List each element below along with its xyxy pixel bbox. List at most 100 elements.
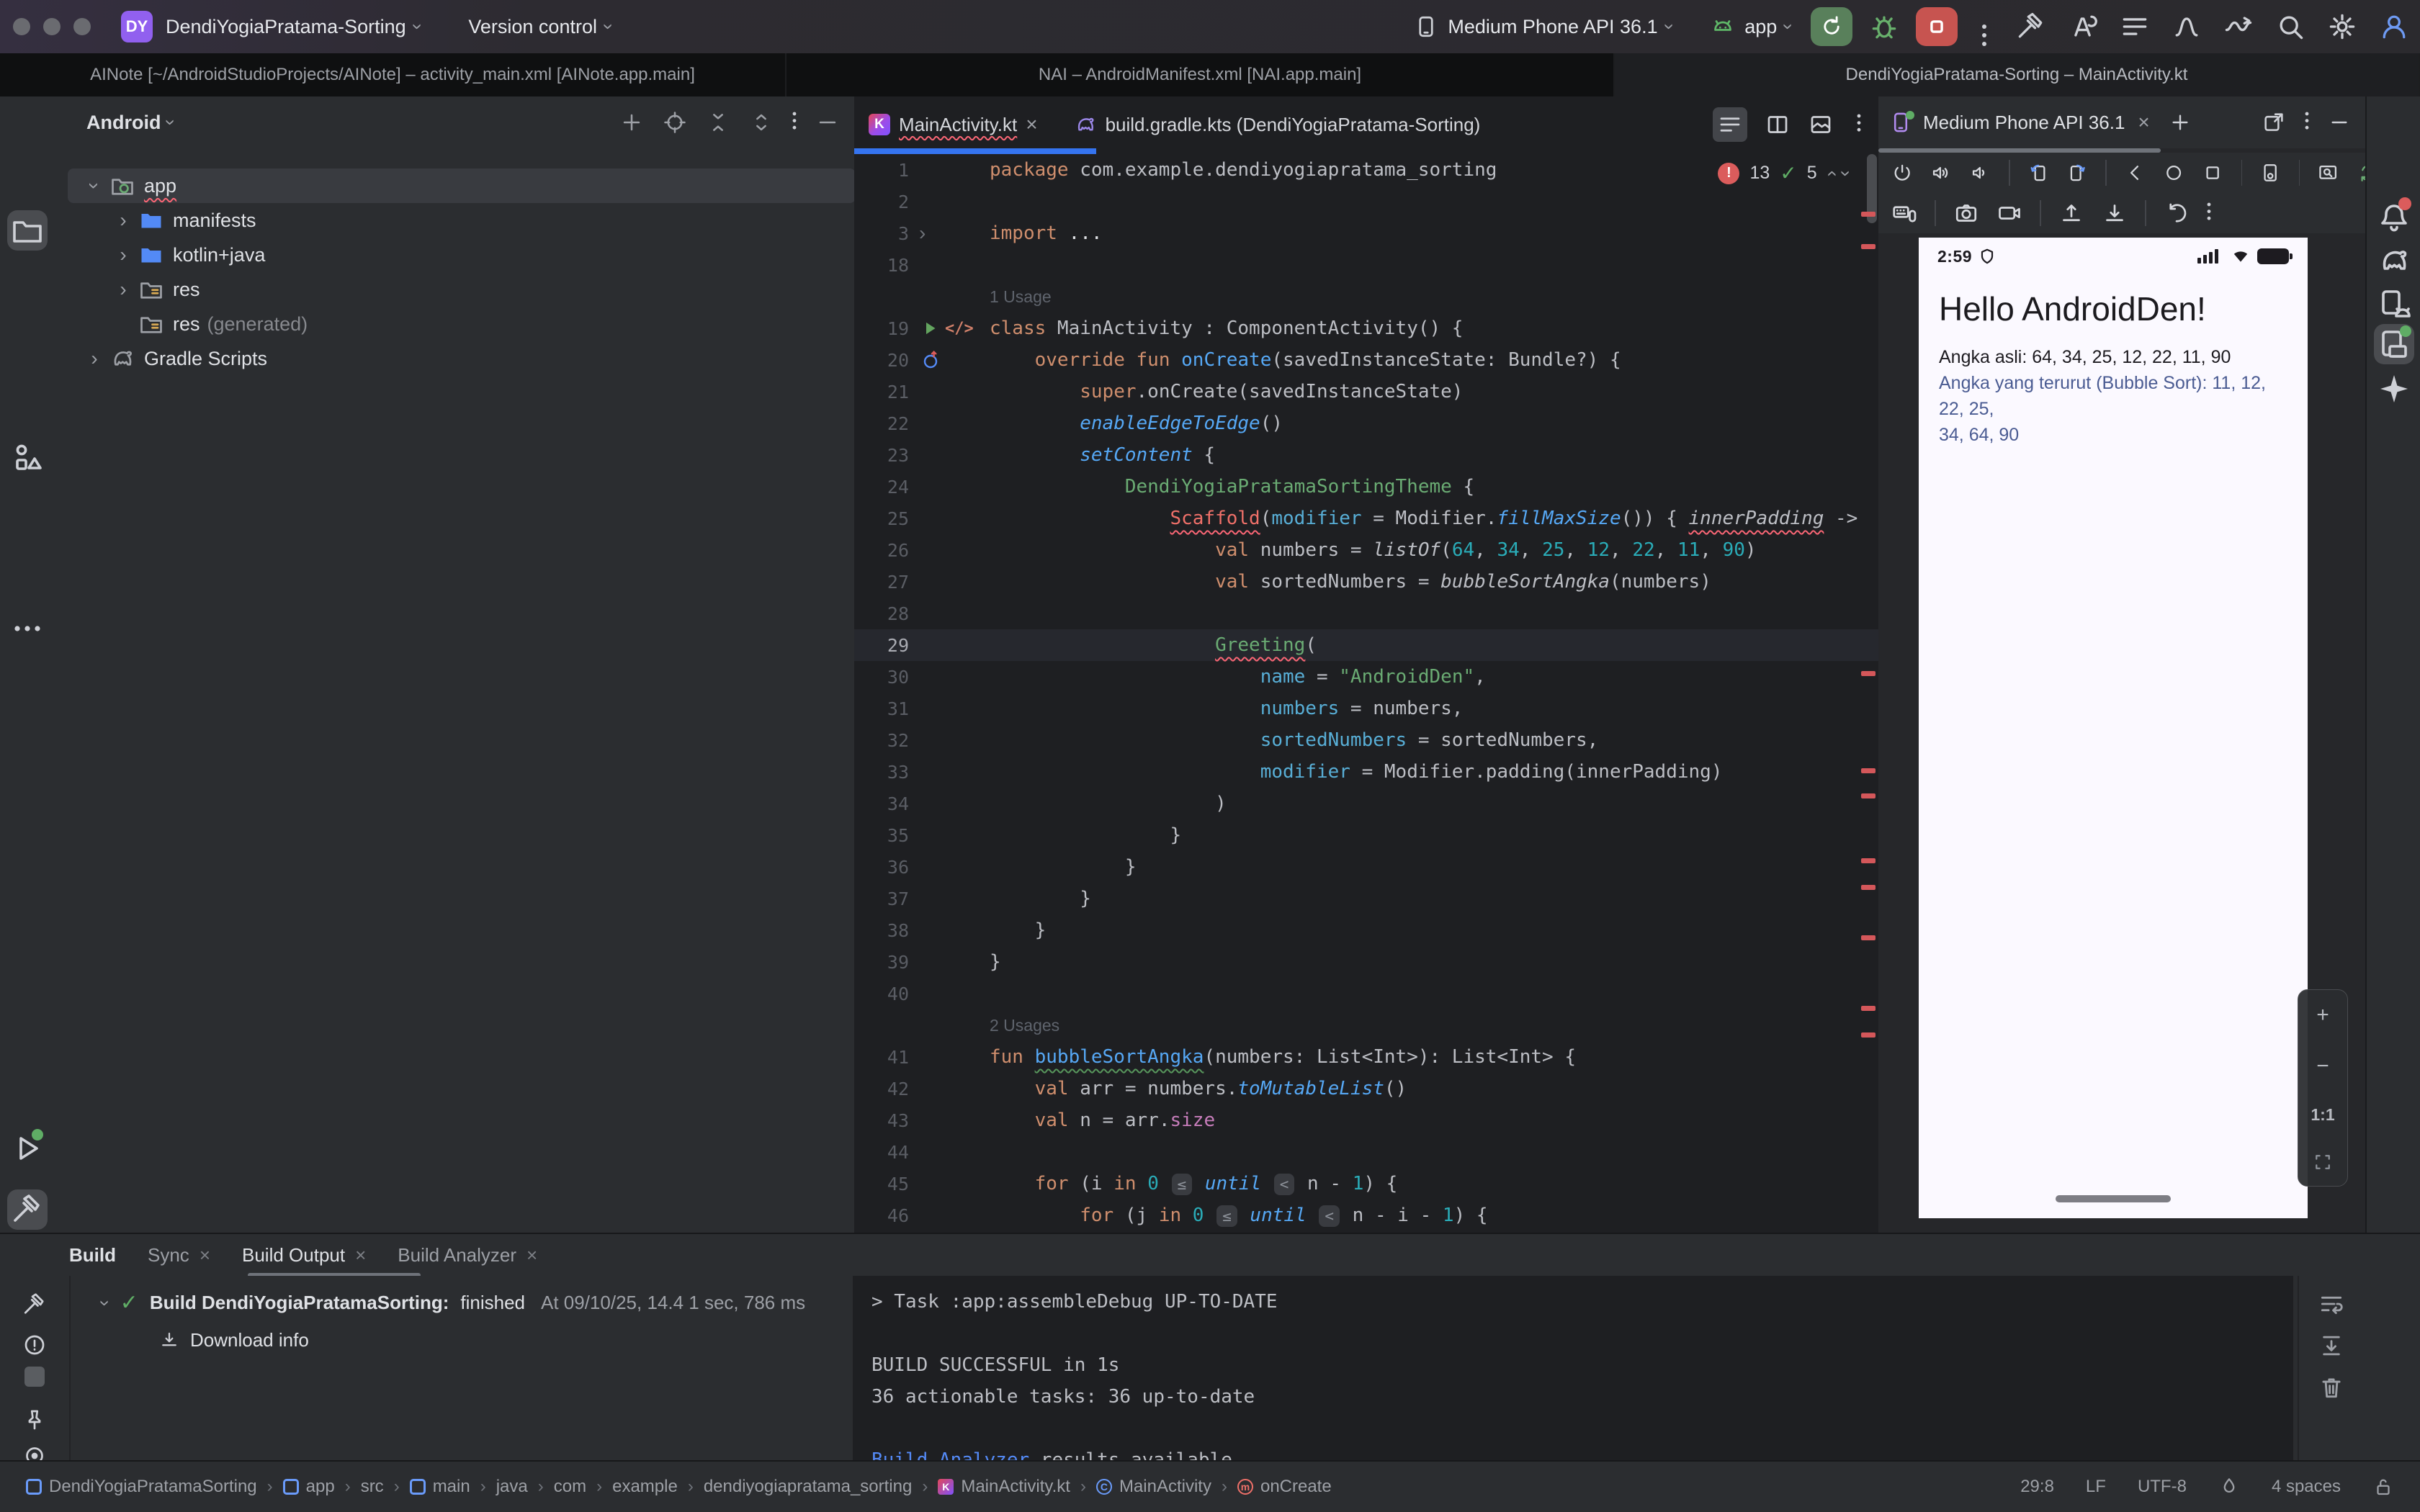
error-stripe-mark[interactable] — [1861, 885, 1876, 890]
split-editor-icon[interactable] — [1765, 112, 1791, 138]
zoom-out-button[interactable]: − — [2316, 1054, 2329, 1079]
locate-file-icon[interactable] — [663, 110, 687, 135]
breadcrumb-item[interactable]: app — [283, 1477, 335, 1497]
run-configuration-selector[interactable]: app — [1697, 7, 1805, 46]
indent-setting[interactable]: 4 spaces — [2272, 1477, 2341, 1497]
build-console[interactable]: > Task :app:assembleDebug UP-TO-DATE BUI… — [853, 1276, 2293, 1462]
usage-hint[interactable]: 2 Usages — [990, 1016, 1059, 1035]
chevron-right-icon[interactable] — [111, 210, 135, 230]
hide-panel-icon[interactable] — [815, 110, 840, 135]
editor-options-icon[interactable] — [1857, 114, 1861, 118]
project-tool-icon[interactable] — [10, 213, 45, 248]
build-panel-title[interactable]: Build — [69, 1244, 116, 1266]
error-stripe-mark[interactable] — [1861, 793, 1876, 798]
breadcrumb-item[interactable]: java — [496, 1477, 528, 1497]
code-area[interactable]: ! 13 ✓ 5 1package com.example.dendiyogia… — [854, 154, 1878, 1233]
window-tab-ainote[interactable]: AINote [~/AndroidStudioProjects/AINote] … — [0, 53, 786, 96]
preview-icon[interactable] — [1808, 112, 1834, 138]
highlighting-level-icon[interactable] — [2218, 1476, 2240, 1498]
emulator-screen[interactable]: 2:59 Hello AndroidDen! Angka asli: 64, 3… — [1919, 238, 2308, 1218]
reset-icon[interactable] — [2164, 200, 2190, 226]
tree-item-app[interactable]: app — [68, 168, 856, 203]
device-options-icon[interactable] — [2305, 112, 2309, 116]
volume-up-icon[interactable] — [1930, 160, 1952, 186]
toolbar-more-icon[interactable] — [2208, 203, 2211, 207]
gradle-tool-icon[interactable] — [2377, 243, 2411, 278]
error-stripe-mark[interactable] — [1861, 1032, 1876, 1038]
project-view-selector[interactable]: Android — [86, 112, 161, 134]
code-tag-gutter-icon[interactable]: </> — [945, 320, 974, 338]
device-settings-icon[interactable] — [2259, 160, 2281, 186]
close-tab-icon[interactable] — [1026, 113, 1037, 136]
close-icon[interactable] — [526, 1244, 537, 1266]
rerun-button[interactable] — [1811, 7, 1852, 46]
screenshot-icon[interactable] — [1953, 200, 1979, 226]
project-selector[interactable]: DendiYogiaPratama-Sorting — [153, 7, 434, 46]
tree-item-kotlin-java[interactable]: kotlin+java — [68, 238, 884, 272]
tab-build-output[interactable]: Build Output — [242, 1244, 366, 1266]
upload-icon[interactable] — [2058, 200, 2084, 226]
tree-item-manifests[interactable]: manifests — [68, 203, 884, 238]
caret-position[interactable]: 29:8 — [2020, 1477, 2054, 1497]
add-device-tab-icon[interactable] — [2169, 111, 2192, 134]
window-zoom-icon[interactable] — [73, 18, 91, 35]
build-filter-icon[interactable] — [22, 1292, 48, 1318]
breadcrumb-item[interactable]: DendiYogiaPratamaSorting — [26, 1477, 257, 1497]
device-tab-label[interactable]: Medium Phone API 36.1 — [1923, 112, 2125, 134]
device-selector[interactable]: Medium Phone API 36.1 — [1400, 7, 1685, 46]
close-icon[interactable] — [200, 1244, 210, 1266]
close-icon[interactable] — [355, 1244, 366, 1266]
file-lock-icon[interactable] — [2372, 1476, 2394, 1498]
version-control-menu[interactable]: Version control — [455, 7, 624, 46]
hardware-input-icon[interactable] — [1891, 200, 1917, 226]
breadcrumbs[interactable]: DendiYogiaPratamaSorting›app›src›main›ja… — [26, 1477, 1332, 1497]
settings-gear-icon[interactable] — [2326, 11, 2358, 42]
tree-item-res[interactable]: res — [68, 272, 884, 307]
build-result-row[interactable]: ✓ Build DendiYogiaPratamaSorting: finish… — [102, 1290, 805, 1315]
more-actions-icon[interactable] — [1982, 24, 1986, 29]
window-minimize-icon[interactable] — [43, 18, 60, 35]
error-stripe-mark[interactable] — [1861, 768, 1876, 773]
chevron-down-icon[interactable] — [84, 174, 104, 198]
file-encoding[interactable]: UTF-8 — [2138, 1477, 2187, 1497]
panel-options-icon[interactable] — [793, 112, 797, 116]
tab-build-analyzer[interactable]: Build Analyzer — [398, 1244, 537, 1266]
rotate-left-icon[interactable] — [2027, 160, 2049, 186]
profile-avatar-icon[interactable] — [2378, 11, 2410, 42]
add-icon[interactable] — [619, 110, 644, 135]
editor-view-list-icon[interactable] — [1713, 107, 1747, 142]
structure-tool-icon[interactable] — [10, 440, 45, 474]
screen-record-icon[interactable] — [1996, 200, 2022, 226]
build-hammer-icon[interactable] — [2015, 11, 2047, 42]
search-icon[interactable] — [2275, 11, 2306, 42]
window-close-icon[interactable] — [13, 18, 30, 35]
window-tab-current[interactable]: DendiYogiaPratama-Sorting – MainActivity… — [1615, 53, 2420, 96]
error-stripe-mark[interactable] — [1861, 1006, 1876, 1011]
open-in-window-icon[interactable] — [2262, 110, 2286, 135]
breadcrumb-item[interactable]: com — [554, 1477, 586, 1497]
ai-actions-icon[interactable] — [2067, 11, 2099, 42]
profiler-icon[interactable] — [2171, 11, 2202, 42]
download-info-row[interactable]: Download info — [158, 1329, 309, 1351]
debug-button[interactable] — [1868, 11, 1900, 42]
chevron-right-icon[interactable] — [82, 348, 107, 369]
breadcrumb-item[interactable]: main — [410, 1477, 470, 1497]
tab-sync[interactable]: Sync — [148, 1244, 210, 1266]
tree-item-Gradle-Scripts[interactable]: Gradle Scripts — [68, 341, 856, 376]
build-tool-icon[interactable] — [10, 1192, 45, 1227]
breadcrumb-item[interactable]: src — [361, 1477, 384, 1497]
chevron-right-icon[interactable] — [111, 279, 135, 300]
more-tools-icon[interactable] — [10, 611, 45, 646]
warnings-filter-icon[interactable] — [22, 1332, 48, 1358]
error-stripe-mark[interactable] — [1861, 671, 1876, 676]
fold-chevron-icon[interactable]: › — [919, 222, 926, 245]
zoom-1to1-button[interactable]: 1:1 — [2311, 1105, 2334, 1125]
error-stripe-mark[interactable] — [1861, 212, 1876, 217]
override-gutter-icon[interactable] — [919, 348, 942, 372]
usage-hint[interactable]: 1 Usage — [990, 287, 1052, 306]
breadcrumb-item[interactable]: example — [612, 1477, 678, 1497]
pipeline-icon[interactable] — [2223, 11, 2254, 42]
android-home-icon[interactable] — [2163, 160, 2184, 186]
editor-tab-gradle[interactable]: build.gradle.kts (DendiYogiaPratama-Sort… — [1059, 96, 1495, 153]
expand-all-icon[interactable] — [706, 110, 730, 135]
